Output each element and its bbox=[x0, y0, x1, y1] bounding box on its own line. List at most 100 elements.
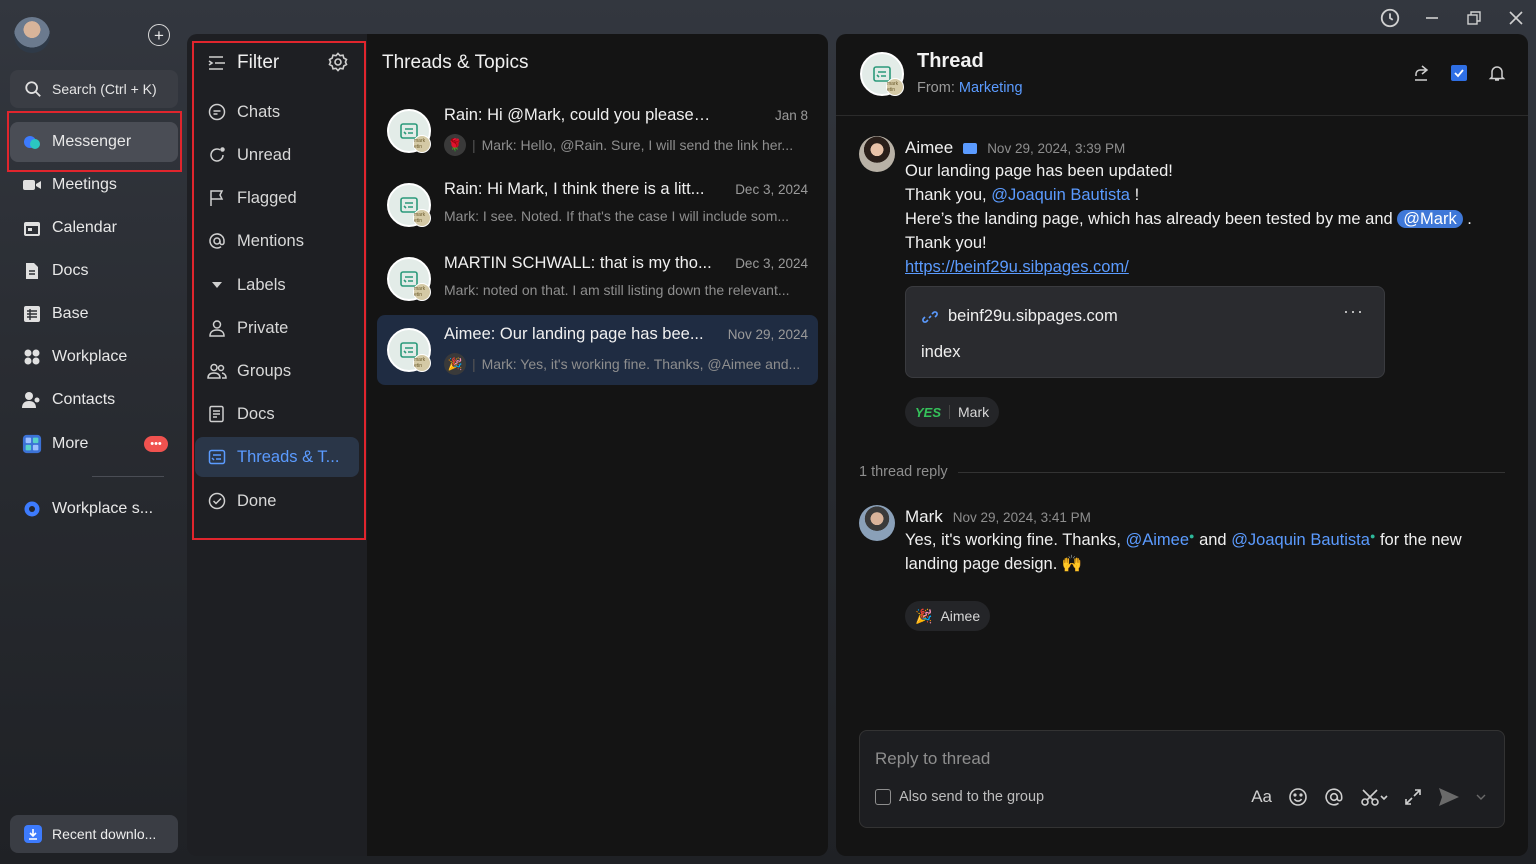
filter-item-label: Groups bbox=[237, 361, 292, 380]
nav-item-contacts[interactable]: Contacts bbox=[10, 380, 178, 420]
send-icon[interactable] bbox=[1438, 787, 1460, 807]
nav-item-workplace-settings[interactable]: Workplace s... bbox=[10, 489, 178, 529]
nav-item-base[interactable]: Base bbox=[10, 294, 178, 334]
group-icon bbox=[207, 361, 227, 381]
mention-icon[interactable] bbox=[1324, 787, 1344, 807]
thread-date: Dec 3, 2024 bbox=[735, 256, 808, 271]
thread-title: Rain: Hi @Mark, could you please send t.… bbox=[444, 106, 714, 124]
thread-preview: Mark: Yes, it's working fine. Thanks, @A… bbox=[481, 356, 801, 372]
mention-link[interactable]: @Joaquin Bautista bbox=[991, 186, 1130, 204]
thread-header: mark etin Thread From: Marketing bbox=[836, 34, 1528, 116]
nav-item-calendar[interactable]: Calendar bbox=[10, 208, 178, 248]
settings-icon bbox=[22, 499, 42, 519]
filter-title: Filter bbox=[237, 52, 280, 73]
filter-item-flagged[interactable]: Flagged bbox=[195, 178, 359, 218]
thread-date: Nov 29, 2024 bbox=[727, 327, 808, 342]
recent-downloads-button[interactable]: Recent downlo... bbox=[10, 815, 178, 853]
share-icon[interactable] bbox=[1412, 64, 1430, 82]
calendar-badge-icon bbox=[963, 142, 978, 154]
link-preview-card[interactable]: beinf29u.sibpages.com index ··· bbox=[905, 286, 1385, 378]
nav-item-label: Workplace bbox=[52, 348, 128, 365]
nav-divider bbox=[92, 476, 164, 477]
nav-item-more[interactable]: More ••• bbox=[10, 424, 178, 464]
filter-item-docs[interactable]: Docs bbox=[195, 394, 359, 434]
minimize-icon[interactable] bbox=[1420, 6, 1444, 30]
reply-composer[interactable]: Reply to thread Also send to the group A… bbox=[859, 730, 1505, 828]
nav-item-docs[interactable]: Docs bbox=[10, 251, 178, 291]
nav-item-workplace[interactable]: Workplace bbox=[10, 337, 178, 377]
message-text: Thank you! bbox=[905, 234, 987, 252]
filter-header: Filter bbox=[207, 52, 279, 74]
message-text: Thank you, @Joaquin Bautista ! bbox=[905, 186, 1140, 204]
screenshot-scissors-icon[interactable] bbox=[1360, 787, 1388, 807]
reaction-emoji: 🌹 bbox=[444, 134, 466, 156]
check-circle-icon bbox=[207, 491, 227, 511]
filter-item-label: Chats bbox=[237, 102, 281, 121]
message-link[interactable]: https://beinf29u.sibpages.com/ bbox=[905, 258, 1129, 277]
group-avatar: mark etin bbox=[387, 183, 431, 227]
format-text-icon[interactable]: Aa bbox=[1251, 787, 1272, 807]
filter-item-chats[interactable]: Chats bbox=[195, 92, 359, 132]
thread-row-selected[interactable]: mark etin Aimee: Our landing page has be… bbox=[377, 315, 818, 385]
filter-item-mentions[interactable]: Mentions bbox=[195, 221, 359, 261]
checkbox[interactable] bbox=[875, 789, 891, 805]
nav-item-meetings[interactable]: Meetings bbox=[10, 165, 178, 205]
expand-icon[interactable] bbox=[1404, 788, 1422, 806]
card-domain: beinf29u.sibpages.com bbox=[948, 307, 1118, 325]
task-icon[interactable] bbox=[1450, 64, 1468, 82]
avatar[interactable] bbox=[859, 136, 895, 172]
thread-title: Aimee: Our landing page has bee... bbox=[444, 325, 704, 343]
filter-item-groups[interactable]: Groups bbox=[195, 351, 359, 391]
avatar[interactable] bbox=[14, 17, 50, 53]
filter-item-private[interactable]: Private bbox=[195, 308, 359, 348]
more-options-icon[interactable]: ··· bbox=[1343, 301, 1364, 322]
mention-link[interactable]: @Joaquin Bautista bbox=[1231, 531, 1370, 549]
reply-input[interactable]: Reply to thread bbox=[875, 749, 990, 769]
at-icon bbox=[207, 231, 227, 251]
avatar[interactable] bbox=[859, 505, 895, 541]
nav-item-messenger[interactable]: Messenger bbox=[10, 122, 178, 162]
filter-item-threads-topics[interactable]: Threads & T... bbox=[195, 437, 359, 477]
thread-row[interactable]: mark etin MARTIN SCHWALL: that is my tho… bbox=[377, 244, 818, 314]
also-send-checkbox[interactable]: Also send to the group bbox=[875, 789, 1044, 805]
video-icon bbox=[22, 175, 42, 195]
message-time: Nov 29, 2024, 3:41 PM bbox=[952, 509, 1091, 525]
mention-pill[interactable]: @Mark bbox=[1397, 210, 1463, 228]
checkbox-label: Also send to the group bbox=[899, 789, 1045, 805]
docs-icon bbox=[207, 404, 227, 424]
search-button[interactable]: Search (Ctrl + K) bbox=[10, 70, 178, 108]
sender-name[interactable]: Mark bbox=[905, 507, 943, 527]
messenger-icon bbox=[22, 132, 42, 152]
thread-source: From: Marketing bbox=[917, 80, 1023, 96]
sender-name[interactable]: Aimee bbox=[905, 138, 953, 158]
send-options-icon[interactable] bbox=[1476, 793, 1486, 801]
party-emoji: 🎉 bbox=[915, 607, 933, 624]
collapse-filter-icon[interactable] bbox=[207, 54, 227, 72]
thread-row[interactable]: mark etin Rain: Hi Mark, I think there i… bbox=[377, 170, 818, 240]
thread-title: MARTIN SCHWALL: that is my tho... bbox=[444, 254, 712, 272]
history-icon[interactable] bbox=[1378, 6, 1402, 30]
reaction-chip[interactable]: YES Mark bbox=[905, 397, 1000, 427]
restore-icon[interactable] bbox=[1462, 6, 1486, 30]
flag-icon bbox=[207, 188, 227, 208]
gear-icon[interactable] bbox=[328, 52, 348, 72]
mention-link[interactable]: @Aimee bbox=[1126, 531, 1190, 549]
message-time: Nov 29, 2024, 3:39 PM bbox=[987, 140, 1126, 156]
emoji-icon[interactable] bbox=[1288, 787, 1308, 807]
nav-item-label: More bbox=[52, 435, 89, 452]
close-icon[interactable] bbox=[1504, 6, 1528, 30]
source-group-link[interactable]: Marketing bbox=[959, 80, 1023, 96]
filter-item-done[interactable]: Done bbox=[195, 481, 359, 521]
thread-date: Jan 8 bbox=[774, 108, 808, 123]
filter-item-labels[interactable]: Labels bbox=[195, 265, 359, 305]
workplace-icon bbox=[22, 347, 42, 367]
group-avatar: mark etin bbox=[860, 52, 904, 96]
add-button[interactable]: + bbox=[148, 24, 170, 46]
thread-row[interactable]: mark etin Rain: Hi @Mark, could you plea… bbox=[377, 96, 818, 166]
reaction-chip[interactable]: 🎉 Aimee bbox=[905, 601, 991, 631]
filter-item-label: Threads & T... bbox=[237, 447, 340, 466]
bell-icon[interactable] bbox=[1488, 64, 1506, 82]
window-controls bbox=[1378, 6, 1528, 30]
filter-item-unread[interactable]: Unread bbox=[195, 135, 359, 175]
left-nav: + Search (Ctrl + K) Messenger Meetings C… bbox=[0, 0, 187, 864]
